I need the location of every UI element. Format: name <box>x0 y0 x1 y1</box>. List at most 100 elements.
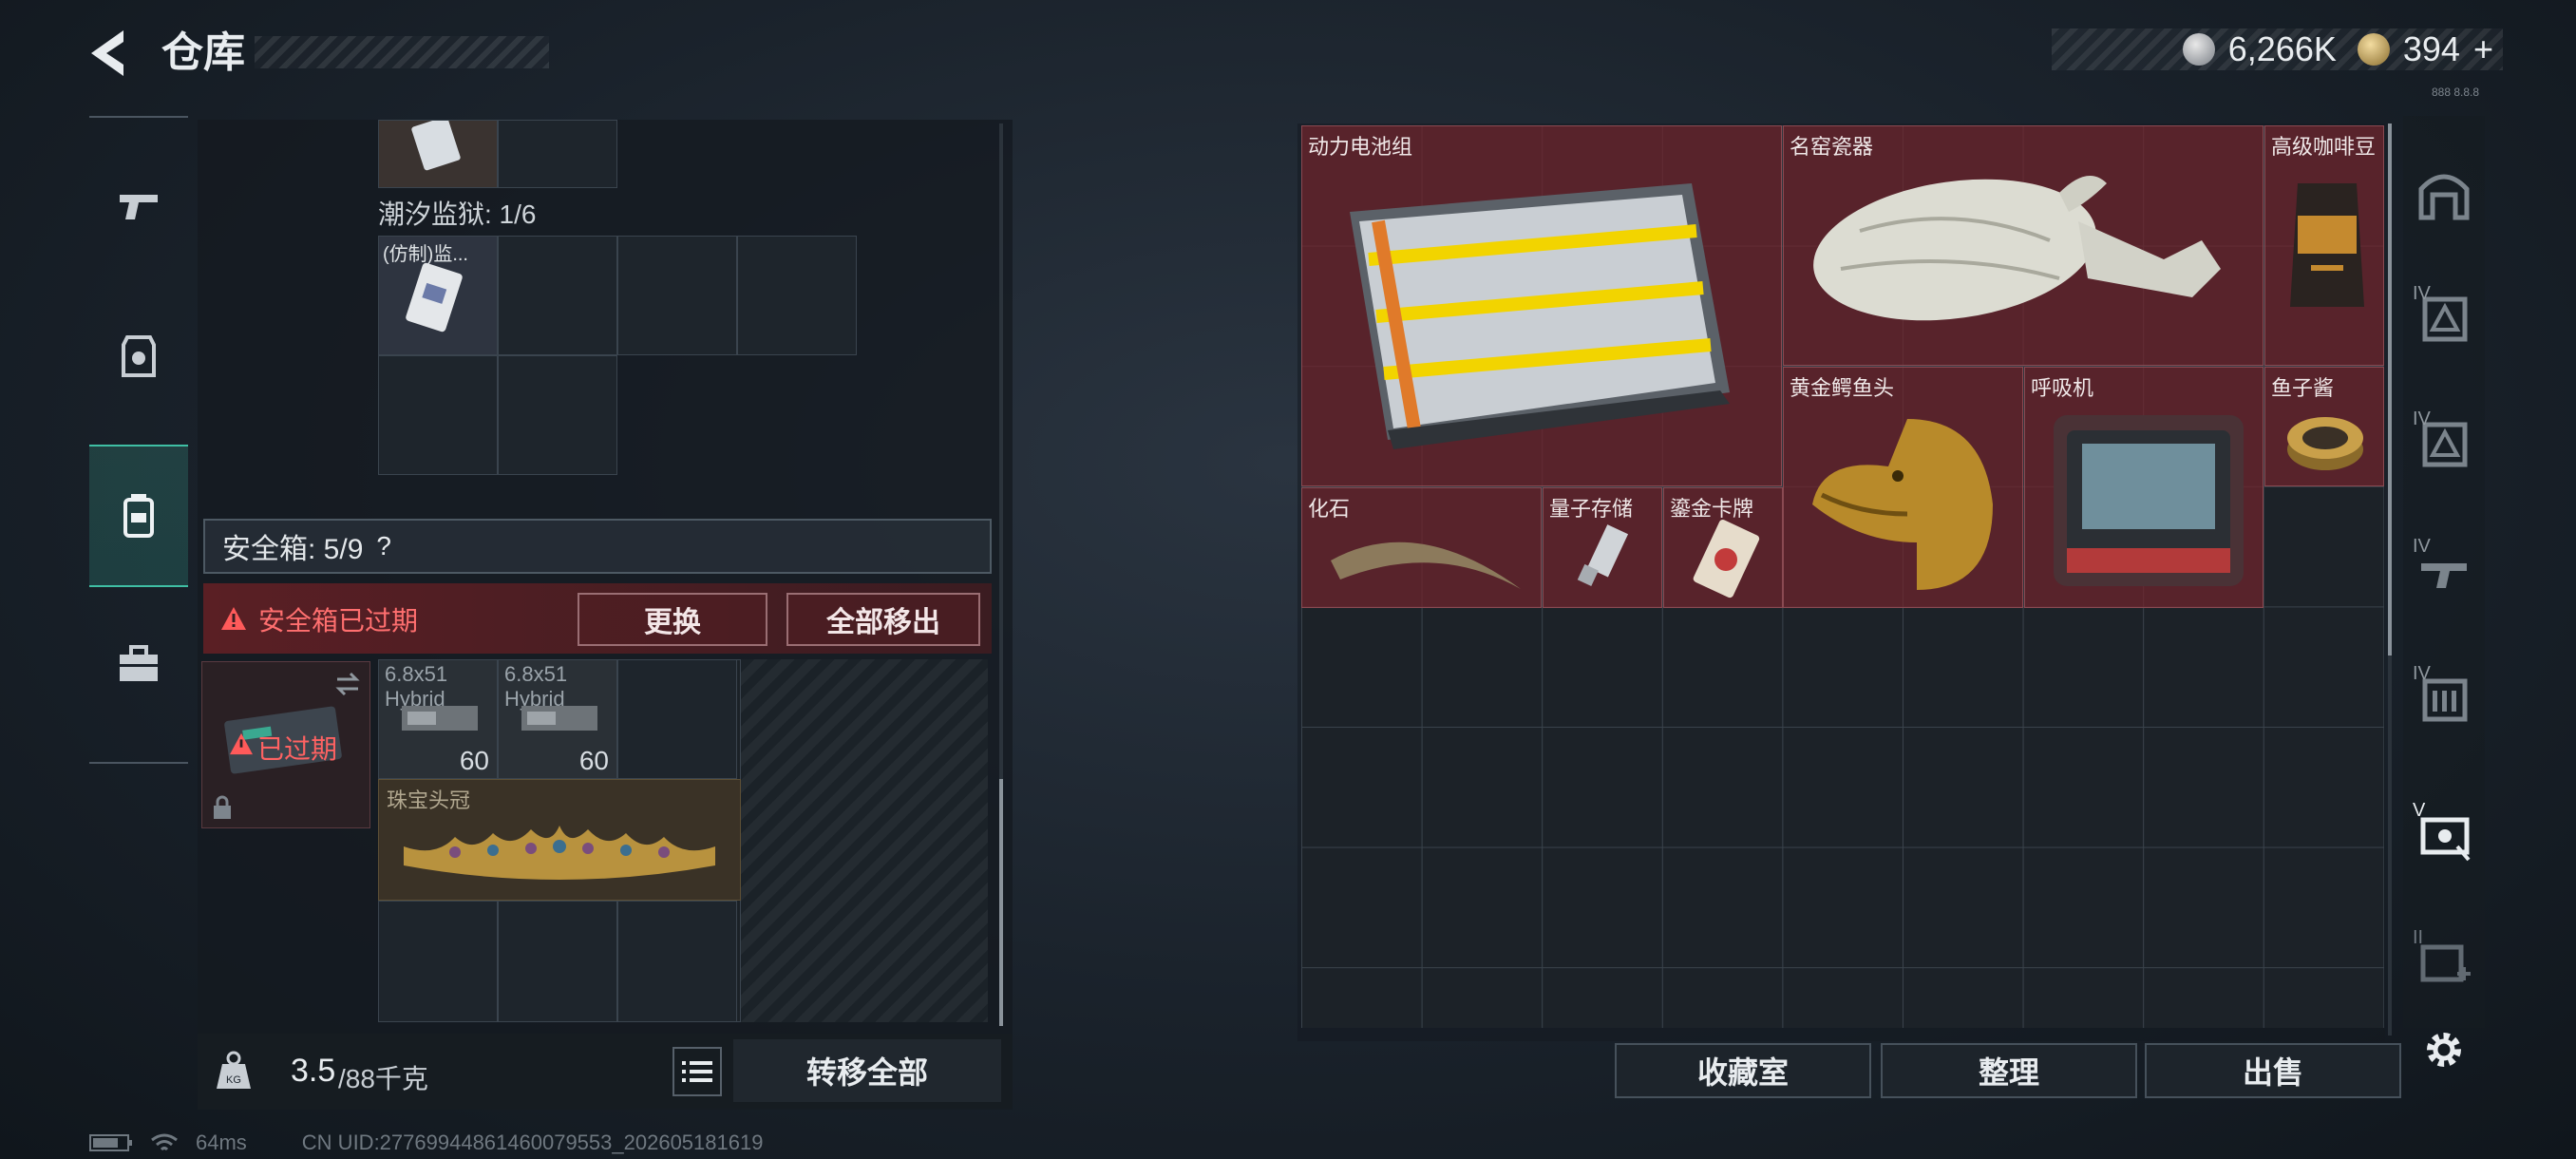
left-scrollbar-thumb[interactable] <box>999 779 1003 1026</box>
weight-max: /88千克 <box>338 1064 428 1093</box>
safe-help-button[interactable]: ? <box>376 531 391 561</box>
safe-cell[interactable] <box>378 901 498 1022</box>
weight-current: 3.5 <box>291 1053 336 1089</box>
fossil-claw-icon <box>1331 542 1521 589</box>
move-all-out-button[interactable]: 全部移出 <box>786 593 980 646</box>
item-quantum-storage[interactable]: 量子存储 <box>1543 487 1662 608</box>
stash-cell-imitation[interactable]: (仿制)监... <box>378 236 498 355</box>
stash-cell[interactable] <box>378 120 498 188</box>
expired-warning-icon <box>230 732 253 755</box>
settings-button[interactable] <box>2409 1015 2479 1085</box>
nav-backpack[interactable] <box>89 445 188 587</box>
gold-card-icon <box>1693 520 1760 598</box>
lock-icon <box>214 795 231 819</box>
gear-icon <box>2427 1033 2461 1067</box>
expired-label: 已过期 <box>257 734 338 764</box>
item-fossil[interactable]: 化石 <box>1301 487 1542 608</box>
medical-box-icon <box>2420 944 2471 982</box>
weight-icon: KG <box>217 1051 251 1089</box>
level-tag: V <box>2413 800 2426 821</box>
uid-text: CN UID:27769944861460079553_202605181619 <box>301 1130 764 1154</box>
jewel-crown-slot[interactable]: 珠宝头冠 <box>378 779 741 901</box>
stash-cell[interactable] <box>498 236 617 355</box>
side-tab-level-4[interactable]: IV <box>2409 661 2479 732</box>
ammo-slot-2[interactable]: 6.8x51 Hybrid 60 <box>498 659 617 779</box>
item-respirator[interactable]: 呼吸机 <box>2024 367 2263 608</box>
swap-icon[interactable] <box>333 672 362 696</box>
safe-cell[interactable] <box>617 901 737 1022</box>
safe-cell[interactable] <box>617 659 737 779</box>
currency-bar: 6,266K 394 + <box>2052 28 2503 70</box>
collection-room-button[interactable]: 收藏室 <box>1615 1043 1871 1098</box>
caviar-tin-icon <box>2287 417 2363 470</box>
silver-coin-icon <box>2182 33 2215 66</box>
item-caviar[interactable]: 鱼子酱 <box>2264 367 2384 486</box>
safe-box-header: 安全箱: 5/9 ? <box>203 519 992 574</box>
item-gold-crocodile-head[interactable]: 黄金鳄鱼头 <box>1783 367 2023 608</box>
warehouse-icon <box>2418 174 2470 220</box>
nav-armor[interactable] <box>89 285 188 428</box>
safe-expired-text: 安全箱已过期 <box>258 606 419 636</box>
item-label: 黄金鳄鱼头 <box>1790 376 1895 400</box>
prison-label: 潮汐监狱: 1/6 <box>378 200 537 229</box>
safe-box-slot[interactable]: 已过期 <box>201 661 370 828</box>
replace-button[interactable]: 更换 <box>578 593 767 646</box>
backpack-icon <box>123 494 154 538</box>
side-tab-level-6[interactable]: II <box>2409 925 2479 996</box>
ping-text: 64ms <box>196 1130 247 1154</box>
level-tag: IV <box>2413 663 2431 684</box>
side-tab-level-2[interactable]: IV <box>2409 407 2479 477</box>
side-tab-storage[interactable] <box>2409 158 2479 228</box>
stash-cell[interactable] <box>378 355 498 475</box>
nav-weapons[interactable] <box>89 135 188 277</box>
silver-amount: 6,266K <box>2227 29 2337 68</box>
item-label: 量子存储 <box>1549 497 1634 521</box>
list-view-button[interactable] <box>672 1047 722 1096</box>
ammo-box-icon <box>402 706 478 731</box>
nav-case[interactable] <box>89 593 188 735</box>
ammo-box-icon <box>521 706 597 731</box>
back-button[interactable] <box>85 27 135 80</box>
stash-cell[interactable] <box>617 236 737 355</box>
sort-button[interactable]: 整理 <box>1881 1043 2137 1098</box>
gun-icon <box>120 195 158 219</box>
stash-cell[interactable] <box>498 120 617 188</box>
item-gold-card[interactable]: 鎏金卡牌 <box>1663 487 1783 608</box>
item-coffee-beans[interactable]: 高级咖啡豆 <box>2264 125 2384 366</box>
side-tab-level-5[interactable]: V <box>2409 798 2479 868</box>
stash-cell[interactable] <box>498 355 617 475</box>
side-tab-level-1[interactable]: IV <box>2409 281 2479 352</box>
gold-crocodile-icon <box>1812 419 1993 590</box>
status-bar: 64ms CN UID:27769944861460079553_2026051… <box>89 1130 763 1155</box>
battery-pack-icon <box>1350 183 1730 449</box>
version-tiny: 888 8.8.8 <box>2432 86 2480 99</box>
coffee-bag-icon <box>2290 183 2364 307</box>
transfer-all-button[interactable]: 转移全部 <box>733 1039 1001 1102</box>
title-stripe <box>255 36 549 68</box>
safe-cell[interactable] <box>498 901 617 1022</box>
crown-icon <box>404 826 715 880</box>
ammo-caliber: 6.8x51 <box>385 662 448 686</box>
item-label: 呼吸机 <box>2031 376 2094 400</box>
back-arrow-icon <box>91 30 123 76</box>
item-battery-pack[interactable]: 动力电池组 <box>1301 125 1782 486</box>
safe-locked-area <box>741 659 988 1022</box>
warning-icon <box>221 607 246 630</box>
sell-button[interactable]: 出售 <box>2145 1043 2401 1098</box>
ammo-count: 60 <box>578 746 609 775</box>
side-tab-level-3[interactable]: IV <box>2409 534 2479 604</box>
item-label: 化石 <box>1308 497 1351 521</box>
add-currency-button[interactable]: + <box>2473 29 2493 69</box>
ammo-slot-1[interactable]: 6.8x51 Hybrid 60 <box>378 659 498 779</box>
stash-cell[interactable] <box>737 236 857 355</box>
gold-coin-icon <box>2357 33 2390 66</box>
wifi-icon <box>151 1133 178 1151</box>
item-porcelain[interactable]: 名窑瓷器 <box>1783 125 2263 366</box>
right-scrollbar-thumb[interactable] <box>2388 124 2392 656</box>
svg-text:KG: KG <box>226 1074 241 1086</box>
ammo-count: 60 <box>459 746 489 775</box>
briefcase-icon <box>120 645 158 681</box>
access-card-icon <box>406 262 463 332</box>
porcelain-vase-icon <box>1813 176 2221 321</box>
page-title: 仓库 <box>161 29 245 76</box>
